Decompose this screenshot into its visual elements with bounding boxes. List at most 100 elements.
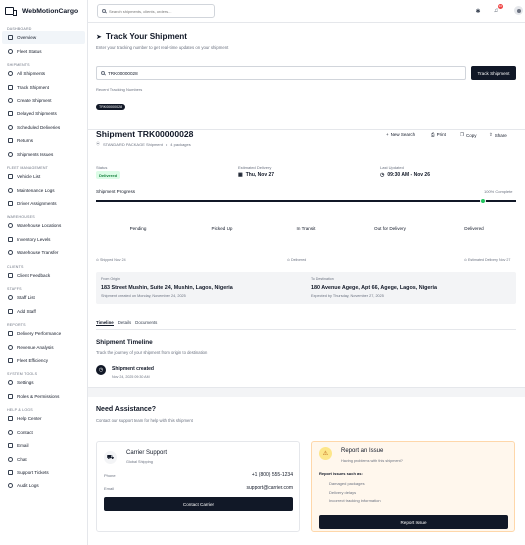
- sidebar-item-label: Support Tickets: [17, 470, 49, 476]
- recent-tracking-chip[interactable]: TRK00000028: [96, 104, 126, 110]
- sidebar-item-create-shipment[interactable]: Create Shipment: [2, 94, 85, 107]
- sidebar-item-audit-logs[interactable]: Audit Logs: [2, 479, 85, 492]
- search-icon: [101, 71, 105, 75]
- sidebar-item-settings[interactable]: Settings: [2, 376, 85, 389]
- phone-value[interactable]: +1 (800) 555-1234: [252, 472, 293, 478]
- sidebar-item-maintenance-logs[interactable]: Maintenance Logs: [2, 183, 85, 196]
- report-issue-button[interactable]: Report Issue: [319, 515, 508, 529]
- sidebar-item-vehicle-list[interactable]: Vehicle List: [2, 170, 85, 183]
- send-icon: ➤: [96, 33, 102, 41]
- sidebar-item-warehouse-transfer[interactable]: Warehouse Transfer: [2, 246, 85, 259]
- sidebar-item-email[interactable]: Email: [2, 439, 85, 452]
- status-badge: Delivered: [96, 171, 121, 179]
- sidebar-item-contact[interactable]: Contact: [2, 426, 85, 439]
- location-pin-icon: ⦿: [96, 141, 100, 146]
- sidebar-item-label: Staff List: [17, 295, 35, 301]
- new-search-button[interactable]: + New Search: [386, 132, 415, 137]
- app-root: WebMotionCargo DASHBOARD Overview Fleet St…: [0, 0, 525, 545]
- sidebar-item-fleet-efficiency[interactable]: Fleet Efficiency: [2, 354, 85, 367]
- report-item: Delivery delays: [329, 490, 357, 495]
- sidebar-item-label: Contact: [17, 429, 33, 435]
- status-label: Status: [96, 165, 108, 170]
- sidebar-item-all-shipments[interactable]: All Shipments: [2, 67, 85, 80]
- add-staff-icon: [8, 308, 13, 314]
- contact-carrier-button[interactable]: Contact Carrier: [104, 497, 293, 511]
- sidebar-item-add-staff[interactable]: Add Staff: [2, 304, 85, 317]
- timeline-subtitle: Track the journey of your shipment from …: [96, 350, 208, 355]
- sidebar-item-track-shipment[interactable]: Track Shipment: [2, 80, 85, 93]
- sidebar-item-label: Track Shipment: [17, 84, 49, 90]
- track-title: Track Your Shipment: [105, 32, 188, 41]
- tracking-field[interactable]: TRK00000028: [96, 66, 466, 80]
- sidebar-item-staff-list[interactable]: Staff List: [2, 291, 85, 304]
- sidebar-item-shipments-issues[interactable]: Shipments Issues: [2, 148, 85, 161]
- user-avatar[interactable]: [514, 6, 523, 15]
- tab-documents[interactable]: Documents: [135, 320, 157, 326]
- timeline-event-time: Nov 24, 2025 09:30 AM: [112, 375, 150, 379]
- email-value[interactable]: support@carrier.com: [247, 485, 293, 491]
- sidebar-item-client-feedback[interactable]: Client Feedback: [2, 269, 85, 282]
- sidebar-item-delayed-shipments[interactable]: Delayed Shipments: [2, 107, 85, 120]
- sidebar-item-label: Help Center: [17, 416, 42, 422]
- truck-icon: [5, 7, 17, 16]
- tab-details[interactable]: Details: [118, 320, 131, 326]
- sidebar-item-returns[interactable]: Returns: [2, 134, 85, 147]
- est-delivery-label: Estimated Delivery: [238, 165, 272, 170]
- fleet-status-icon: [8, 48, 13, 54]
- print-label: Print: [436, 132, 446, 137]
- sidebar-item-scheduled-deliveries[interactable]: Scheduled Deliveries: [2, 121, 85, 134]
- sidebar-item-label: Roles & Permissions: [17, 393, 60, 399]
- topbar: ✱ ♫10: [88, 0, 525, 23]
- track-card: ➤ Track Your Shipment Enter your trackin…: [88, 23, 525, 130]
- tab-timeline[interactable]: Timeline: [96, 320, 114, 326]
- vehicle-list-icon: [8, 174, 13, 180]
- audit-logs-icon: [8, 483, 13, 489]
- share-icon: ⇪: [489, 132, 493, 137]
- track-subtitle: Enter your tracking number to get real-t…: [96, 45, 229, 50]
- brand[interactable]: WebMotionCargo: [0, 0, 87, 22]
- overview-icon: [8, 35, 13, 41]
- track-shipment-button[interactable]: Track Shipment: [471, 66, 516, 80]
- copy-button[interactable]: ❐ Copy: [460, 132, 477, 138]
- sidebar-item-warehouse-locations[interactable]: Warehouse Locations: [2, 219, 85, 232]
- warehouse-locations-icon: [8, 223, 13, 229]
- sun-icon[interactable]: ✱: [474, 7, 482, 15]
- bell-icon[interactable]: ♫ 10: [492, 4, 503, 15]
- sidebar-item-fleet-status[interactable]: Fleet Status: [2, 44, 85, 57]
- sidebar-section-title: FLEET MANAGEMENT: [7, 165, 49, 170]
- assist-title: Need Assistance?: [96, 406, 157, 413]
- clock-icon: ◷: [380, 172, 385, 178]
- sidebar-item-label: Warehouse Transfer: [17, 250, 59, 256]
- sidebar-item-label: Chat: [17, 456, 27, 462]
- sidebar-item-label: Maintenance Logs: [17, 187, 55, 193]
- all-shipments-icon: [8, 71, 13, 77]
- sidebar-item-driver-assignments[interactable]: Driver Assignments: [2, 197, 85, 210]
- alert-icon: ⚠: [319, 447, 332, 460]
- search-input[interactable]: [109, 8, 209, 14]
- sidebar-item-label: Warehouse Locations: [17, 223, 62, 229]
- est-delivery-value: Thu, Nov 27: [245, 172, 275, 178]
- sidebar-item-support-tickets[interactable]: Support Tickets: [2, 466, 85, 479]
- sidebar-item-help-center[interactable]: Help Center: [2, 412, 85, 425]
- share-button[interactable]: ⇪ Share: [489, 132, 507, 138]
- sidebar-item-delivery-performance[interactable]: Delivery Performance: [2, 327, 85, 340]
- report-item: Damaged packages: [329, 481, 365, 486]
- assist-subtitle: Contact our support team for help with t…: [96, 418, 193, 423]
- estimated-date: ⊙ Estimated Delivery Nov 27: [464, 258, 511, 262]
- sidebar-item-roles-permissions[interactable]: Roles & Permissions: [2, 390, 85, 403]
- sidebar-item-overview[interactable]: Overview: [2, 31, 85, 45]
- settings-icon: [8, 380, 13, 386]
- client-feedback-icon: [8, 272, 13, 278]
- sidebar-item-revenue-analysis[interactable]: Revenue Analysis: [2, 340, 85, 353]
- print-button[interactable]: ⎙ Print: [431, 132, 446, 137]
- sidebar-section-title: SHIPMENTS: [7, 62, 30, 67]
- shipped-date-text: Shipped Nov 24: [100, 258, 126, 262]
- support-tickets-icon: [8, 470, 13, 476]
- sidebar-item-label: Delayed Shipments: [17, 111, 57, 117]
- search-box[interactable]: [97, 4, 215, 18]
- copy-icon: ❐: [460, 132, 465, 137]
- sidebar-item-chat[interactable]: Chat: [2, 452, 85, 465]
- dest-note: Expected by Thursday, November 27, 2025: [311, 294, 384, 298]
- sidebar-item-inventory-levels[interactable]: Inventory Levels: [2, 233, 85, 246]
- brand-name: WebMotionCargo: [22, 7, 79, 15]
